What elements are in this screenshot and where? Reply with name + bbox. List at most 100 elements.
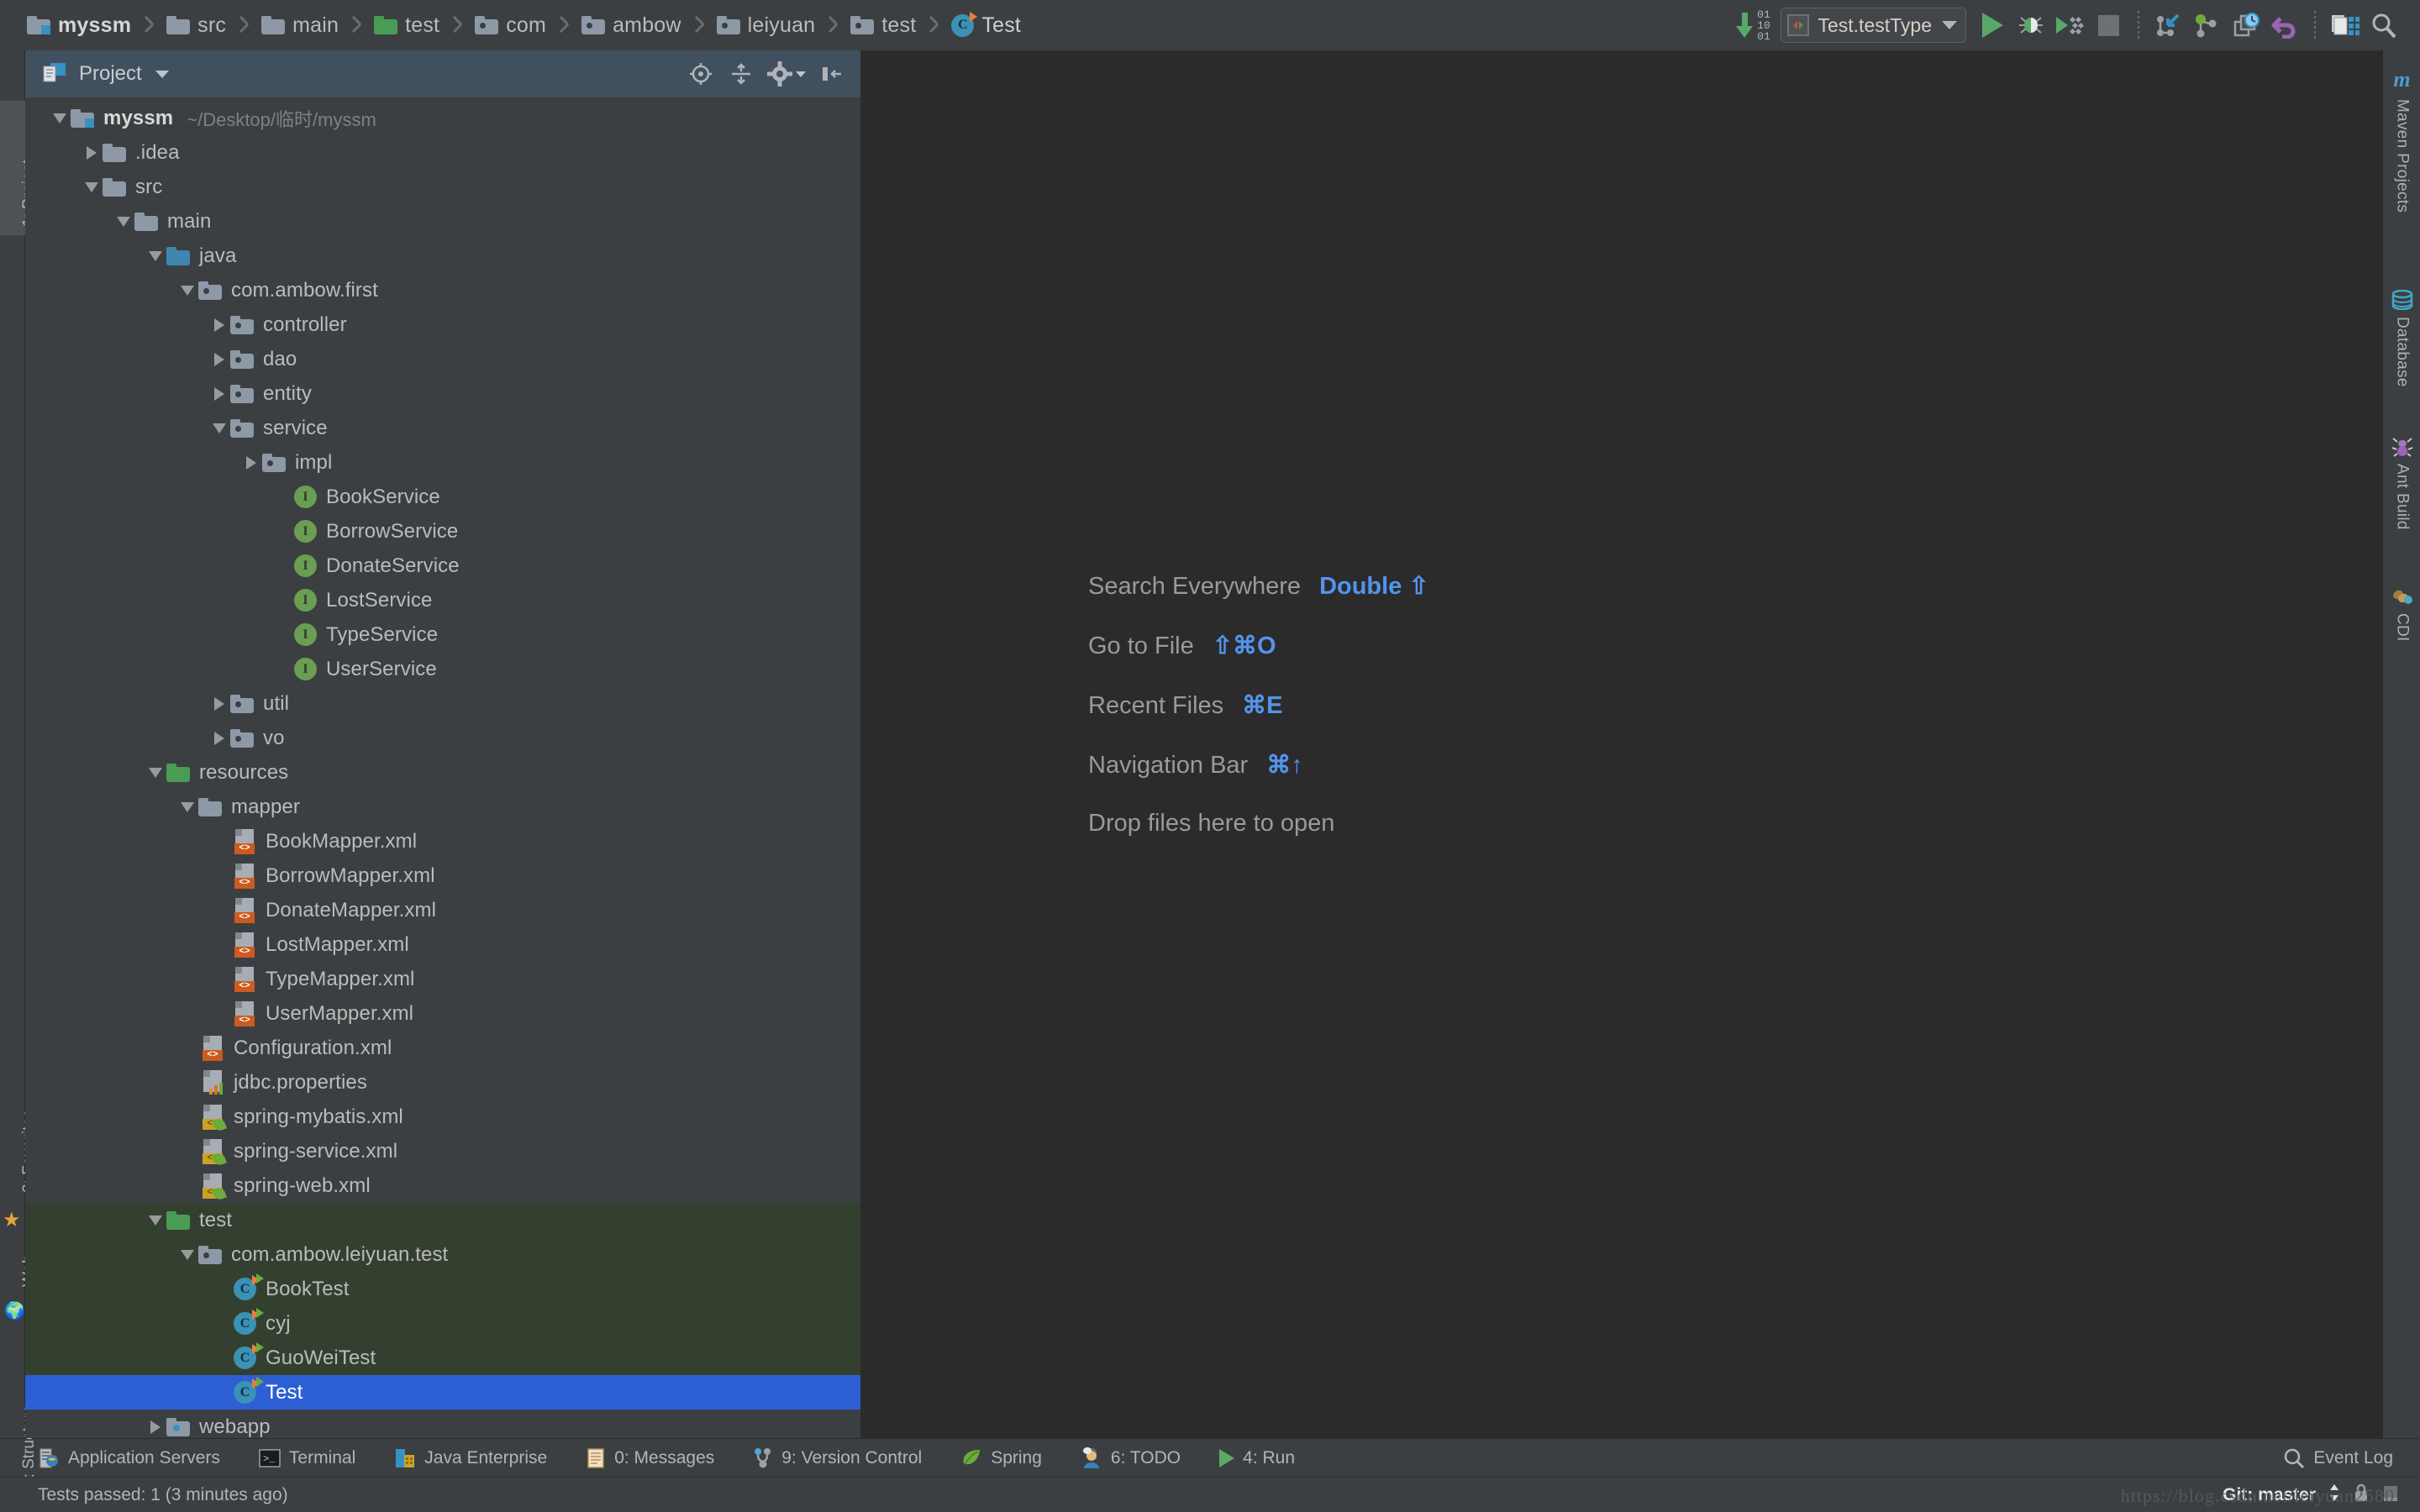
tree-row-impl[interactable]: impl [25,445,860,480]
update-project-icon[interactable] [2149,6,2188,45]
tree-row-spring-service-xml[interactable]: <> spring-service.xml [25,1134,860,1168]
sidebar-item-maven-projects[interactable]: m Maven Projects [2383,67,2420,213]
tree-row-bookmapper-xml[interactable]: <> BookMapper.xml [25,824,860,858]
tree-row-entity[interactable]: entity [25,376,860,411]
tool-window-messages[interactable]: 0: Messages [586,1447,714,1469]
run-button[interactable] [1973,6,2012,45]
tree-row-cyj[interactable]: C cyj [25,1306,860,1341]
event-log-button[interactable]: Event Log [2283,1447,2393,1469]
tree-row-main[interactable]: main [25,204,860,239]
sidebar-item-project[interactable]: 1: Project [0,101,38,235]
tree-row-donatemapper-xml[interactable]: <> DonateMapper.xml [25,893,860,927]
tree-row-test-selected[interactable]: C Test [25,1375,860,1410]
sidebar-item-web[interactable]: Web 🌍 [0,1226,38,1320]
tree-row-donateservice[interactable]: I DonateService [25,549,860,583]
sidebar-item-database[interactable]: Database [2383,290,2420,387]
lock-icon[interactable] [2353,1483,2370,1507]
twisty-expanded-icon[interactable] [176,273,198,307]
twisty-collapsed-icon[interactable] [208,376,230,411]
twisty-collapsed-icon[interactable] [208,686,230,721]
project-tree[interactable]: myssm ~/Desktop/临时/myssm .idea src main … [25,97,860,1438]
twisty-expanded-icon[interactable] [176,1237,198,1272]
tree-row-bookservice[interactable]: I BookService [25,480,860,514]
twisty-expanded-icon[interactable] [113,204,134,239]
rollback-icon[interactable] [2265,6,2304,45]
tool-window-application-servers[interactable]: Application Servers [38,1447,220,1469]
breadcrumb-item-src[interactable]: src [165,0,228,50]
settings-icon[interactable] [2326,6,2365,45]
run-with-coverage-button[interactable] [2050,6,2089,45]
tree-row-dao[interactable]: dao [25,342,860,376]
commit-icon[interactable] [2188,6,2227,45]
tree-row-spring-web-xml[interactable]: <> spring-web.xml [25,1168,860,1203]
tree-row-webapp[interactable]: webapp [25,1410,860,1438]
collapse-all-icon[interactable] [723,55,760,92]
tree-row-test-source-root[interactable]: test [25,1203,860,1237]
tree-row-guoweitest[interactable]: C GuoWeiTest [25,1341,860,1375]
twisty-expanded-icon[interactable] [81,170,103,204]
locate-icon[interactable] [682,55,719,92]
tree-row-lostservice[interactable]: I LostService [25,583,860,617]
tree-row-com-ambow-first[interactable]: com.ambow.first [25,273,860,307]
tree-row-java[interactable]: java [25,239,860,273]
twisty-collapsed-icon[interactable] [208,342,230,376]
tree-row-controller[interactable]: controller [25,307,860,342]
tree-row-jdbc-properties[interactable]: jdbc.properties [25,1065,860,1100]
editor-area[interactable]: Search Everywhere Double ⇧ Go to File ⇧⌘… [861,50,2382,1438]
debug-button[interactable] [2012,6,2050,45]
tree-row-myssm[interactable]: myssm ~/Desktop/临时/myssm [25,101,860,135]
twisty-collapsed-icon[interactable] [145,1410,166,1438]
tool-window-spring[interactable]: Spring [960,1448,1042,1468]
twisty-expanded-icon[interactable] [176,790,198,824]
tree-row-typemapper-xml[interactable]: <> TypeMapper.xml [25,962,860,996]
show-history-icon[interactable] [2227,6,2265,45]
twisty-collapsed-icon[interactable] [208,307,230,342]
tree-row-src[interactable]: src [25,170,860,204]
breadcrumb-item-myssm[interactable]: myssm [25,0,133,50]
tree-row-borrowservice[interactable]: I BorrowService [25,514,860,549]
search-icon[interactable] [2365,6,2403,45]
tree-row-spring-mybatis-xml[interactable]: <> spring-mybatis.xml [25,1100,860,1134]
tool-window-run[interactable]: 4: Run [1219,1448,1295,1468]
tool-window-terminal[interactable]: >_ Terminal [259,1448,355,1468]
twisty-collapsed-icon[interactable] [240,445,262,480]
tree-row-userservice[interactable]: I UserService [25,652,860,686]
tool-window-todo[interactable]: 6: TODO [1081,1446,1181,1469]
tree-row-lostmapper-xml[interactable]: <> LostMapper.xml [25,927,860,962]
tool-window-java-enterprise[interactable]: Java Enterprise [394,1447,547,1469]
breadcrumb-item-main[interactable]: main [260,0,340,50]
breadcrumb-item-test-class[interactable]: C Test [950,0,1023,50]
twisty-expanded-icon[interactable] [145,239,166,273]
twisty-expanded-icon[interactable] [49,101,71,135]
twisty-expanded-icon[interactable] [145,1203,166,1237]
tree-row-mapper[interactable]: mapper [25,790,860,824]
hide-panel-icon[interactable] [813,55,850,92]
breadcrumb-item-test-package[interactable]: test [849,0,918,50]
run-configuration-selector[interactable]: Test.testType [1781,8,1966,43]
tree-row-booktest[interactable]: C BookTest [25,1272,860,1306]
tree-row-vo[interactable]: vo [25,721,860,755]
settings-gear-icon[interactable] [763,55,810,92]
tree-row-resources[interactable]: resources [25,755,860,790]
compile-icon[interactable]: 01 10 01 [1733,6,1772,45]
twisty-expanded-icon[interactable] [208,411,230,445]
sidebar-item-ant-build[interactable]: Ant Build [2383,437,2420,530]
tool-window-version-control[interactable]: 9: Version Control [753,1447,922,1469]
memory-indicator-icon[interactable] [2381,1483,2400,1507]
tree-row-typeservice[interactable]: I TypeService [25,617,860,652]
tree-row-configuration-xml[interactable]: <> Configuration.xml [25,1031,860,1065]
tree-row-usermapper-xml[interactable]: <> UserMapper.xml [25,996,860,1031]
twisty-collapsed-icon[interactable] [208,721,230,755]
tree-row-idea[interactable]: .idea [25,135,860,170]
tree-row-util[interactable]: util [25,686,860,721]
breadcrumb-item-test[interactable]: test [372,0,441,50]
git-branch-widget[interactable]: Git: master [2223,1485,2316,1505]
tree-row-com-ambow-leiyuan-test[interactable]: com.ambow.leiyuan.test [25,1237,860,1272]
breadcrumb-item-com[interactable]: com [473,0,548,50]
twisty-expanded-icon[interactable] [145,755,166,790]
chevron-down-icon[interactable] [155,70,169,78]
breadcrumb-item-ambow[interactable]: ambow [580,0,683,50]
tree-row-service[interactable]: service [25,411,860,445]
sidebar-item-cdi[interactable]: CDI [2383,588,2420,642]
sidebar-item-favorites[interactable]: 2: Favorites ★ [0,1042,38,1231]
